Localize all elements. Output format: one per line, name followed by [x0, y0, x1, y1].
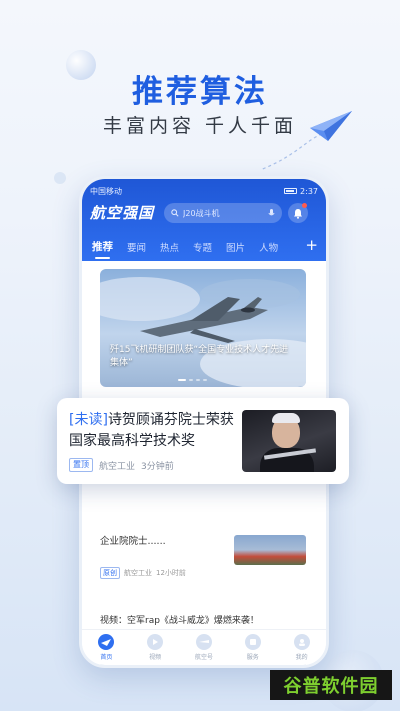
profile-icon	[293, 634, 310, 650]
bottom-navigation: 首页 视频 航空号 服务 我的	[82, 629, 326, 665]
tab-topics[interactable]: 专题	[193, 240, 212, 254]
carousel-dot	[189, 379, 193, 381]
carousel-dot	[178, 379, 186, 381]
nav-label: 首页	[100, 654, 113, 661]
bell-icon	[294, 208, 302, 219]
clock-label: 2:37	[300, 186, 318, 196]
unread-tag: [未读]	[69, 412, 108, 428]
news-card-meta: 置顶 航空工业 3分钟前	[69, 458, 174, 472]
news-item-source: 航空工业	[124, 569, 152, 577]
app-header: 中国移动 2:37 航空强国 J20战斗机 推荐 要闻 热点 专题 图片 人物 …	[82, 179, 326, 261]
news-card-title: [未读]诗贺顾诵芬院士荣获国家最高科学技术奖	[69, 410, 234, 452]
carousel-indicator	[178, 379, 207, 381]
home-icon	[98, 634, 115, 650]
nav-label: 服务	[246, 654, 259, 661]
plane-icon	[195, 634, 212, 650]
nav-services[interactable]: 服务	[233, 634, 273, 661]
video-icon	[147, 634, 164, 650]
carrier-label: 中国移动	[90, 186, 122, 196]
video-item-title[interactable]: 视频：空军rap《战斗威龙》爆燃来袭！	[100, 613, 259, 626]
news-item-title: 企业院院士......	[100, 536, 166, 547]
news-item-meta: 原创 航空工业 12小时前	[100, 567, 186, 579]
banner-caption: 歼15飞机研制团队获“全国专业技术人才先进集体”	[110, 345, 289, 368]
highlighted-news-card[interactable]: [未读]诗贺顾诵芬院士荣获国家最高科学技术奖 置顶 航空工业 3分钟前	[57, 398, 349, 484]
status-bar: 中国移动 2:37	[90, 185, 318, 197]
nav-aviation-account[interactable]: 航空号	[184, 634, 224, 661]
news-item-thumbnail	[234, 535, 306, 565]
category-tabs: 推荐 要闻 热点 专题 图片 人物 +	[92, 236, 318, 259]
notification-bell-button[interactable]	[288, 203, 308, 223]
site-watermark: 谷普软件园	[270, 670, 392, 700]
nav-profile[interactable]: 我的	[282, 634, 322, 661]
hero-title: 推荐算法	[132, 74, 268, 110]
original-badge: 原创	[100, 567, 120, 579]
nav-label: 航空号	[194, 654, 213, 661]
banner-carousel[interactable]: 歼15飞机研制团队获“全国专业技术人才先进集体”	[100, 269, 306, 387]
pinned-badge: 置顶	[69, 458, 93, 472]
carousel-dot	[196, 379, 200, 381]
decorative-bubble-small	[54, 172, 66, 184]
notification-dot	[302, 203, 307, 208]
nav-home[interactable]: 首页	[86, 634, 126, 661]
tab-headlines[interactable]: 要闻	[127, 240, 146, 254]
search-bar[interactable]: J20战斗机	[164, 203, 282, 223]
tab-pictures[interactable]: 图片	[226, 240, 245, 254]
app-logo: 航空强国	[90, 204, 155, 222]
search-icon	[171, 209, 179, 217]
nav-label: 视频	[149, 654, 162, 661]
academician-photo	[242, 410, 336, 472]
news-card-source: 航空工业	[99, 461, 136, 472]
search-placeholder: J20战斗机	[183, 208, 220, 218]
tab-recommend[interactable]: 推荐	[92, 239, 113, 259]
photo-hair	[272, 413, 300, 423]
add-tab-button[interactable]: +	[305, 236, 318, 254]
carousel-dot	[203, 379, 207, 381]
tab-hot[interactable]: 热点	[160, 240, 179, 254]
news-item-time: 12小时前	[156, 569, 186, 577]
nav-video[interactable]: 视频	[135, 634, 175, 661]
battery-icon	[284, 188, 298, 194]
nav-label: 我的	[295, 654, 308, 661]
paper-plane-icon	[310, 111, 352, 141]
services-icon	[244, 634, 261, 650]
news-item[interactable]: 企业院院士...... 原创 航空工业 12小时前	[100, 535, 306, 585]
tab-people[interactable]: 人物	[259, 240, 278, 254]
microphone-icon[interactable]	[268, 208, 275, 218]
news-card-time: 3分钟前	[141, 461, 174, 472]
